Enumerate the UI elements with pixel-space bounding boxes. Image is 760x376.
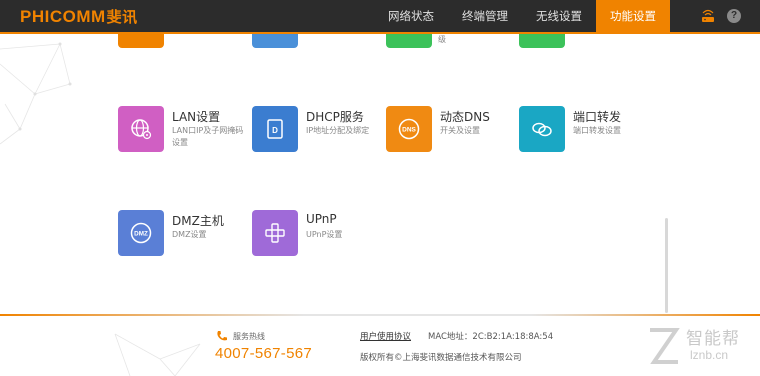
- dmz-glyph: DMZ: [134, 231, 148, 238]
- router-icon[interactable]: [701, 9, 715, 23]
- lan-settings-tile[interactable]: [118, 106, 164, 152]
- lan-settings-desc: LAN口IP及子网掩码设置: [172, 126, 244, 147]
- top-header: PHICOMM斐讯 网络状态 终端管理 无线设置 功能设置 ?: [0, 0, 760, 34]
- hotline-label: 服务热线: [233, 332, 265, 341]
- dhcp-service-title[interactable]: DHCP服务: [306, 108, 364, 125]
- port-forward-icon: [532, 122, 552, 137]
- page-footer: 服务热线 4007-567-567 用户使用协议 MAC地址：2C:B2:1A:…: [0, 314, 760, 376]
- nav-network-status[interactable]: 网络状态: [374, 0, 448, 32]
- port-forward-desc: 端口转发设置: [573, 126, 621, 135]
- watermark-z-logo: [650, 328, 680, 364]
- watermark: 智能帮 lznb.cn: [646, 322, 756, 372]
- logo-text: PHICOMM: [20, 7, 106, 26]
- svg-text:D: D: [272, 126, 278, 135]
- nav-wireless-settings[interactable]: 无线设置: [522, 0, 596, 32]
- tile-partial-4[interactable]: [519, 34, 565, 48]
- upnp-desc: UPnP设置: [306, 230, 343, 239]
- upnp-title[interactable]: UPnP: [306, 212, 337, 226]
- dmz-host-tile[interactable]: DMZ: [118, 210, 164, 256]
- logo-cn-text: 斐讯: [106, 9, 138, 26]
- dmz-host-title[interactable]: DMZ主机: [172, 212, 224, 229]
- mac-address: MAC地址：2C:B2:1A:18:8A:54: [428, 332, 554, 342]
- main-nav: 网络状态 终端管理 无线设置 功能设置: [374, 0, 670, 32]
- watermark-en: lznb.cn: [690, 348, 729, 362]
- phicomm-logo[interactable]: PHICOMM斐讯: [20, 6, 138, 27]
- user-agreement-link[interactable]: 用户使用协议: [360, 330, 411, 342]
- phone-icon: [217, 331, 227, 341]
- dns-glyph: DNS: [402, 127, 416, 134]
- port-forward-title[interactable]: 端口转发: [573, 108, 621, 125]
- scrollbar[interactable]: [665, 218, 668, 313]
- function-settings-panel: 级 LAN设置 LAN口IP及子网掩码设置 D DHCP服务 IP地址分配及绑定…: [0, 34, 760, 314]
- upnp-tile[interactable]: [252, 210, 298, 256]
- lan-settings-title[interactable]: LAN设置: [172, 108, 220, 125]
- hotline-number: 4007-567-567: [215, 345, 313, 362]
- tile-partial-3[interactable]: [386, 34, 432, 48]
- nav-device-management[interactable]: 终端管理: [448, 0, 522, 32]
- dns-icon: DNS: [398, 118, 420, 140]
- globe-settings-icon: [131, 119, 152, 140]
- dhcp-document-icon: D: [267, 119, 283, 139]
- help-icon[interactable]: ?: [727, 9, 741, 23]
- tile-partial-2[interactable]: [252, 34, 298, 48]
- dhcp-service-tile[interactable]: D: [252, 106, 298, 152]
- ddns-tile[interactable]: DNS: [386, 106, 432, 152]
- copyright-text: 版权所有©上海斐讯数据通信技术有限公司: [360, 353, 522, 363]
- dmz-icon: DMZ: [130, 222, 152, 244]
- tile-partial-1[interactable]: [118, 34, 164, 48]
- nav-function-settings[interactable]: 功能设置: [596, 0, 670, 32]
- watermark-cn: 智能帮: [686, 329, 740, 349]
- port-forward-tile[interactable]: [519, 106, 565, 152]
- background-lines-decoration: [0, 42, 72, 145]
- ddns-title[interactable]: 动态DNS: [440, 108, 490, 125]
- upnp-icon: [265, 223, 285, 243]
